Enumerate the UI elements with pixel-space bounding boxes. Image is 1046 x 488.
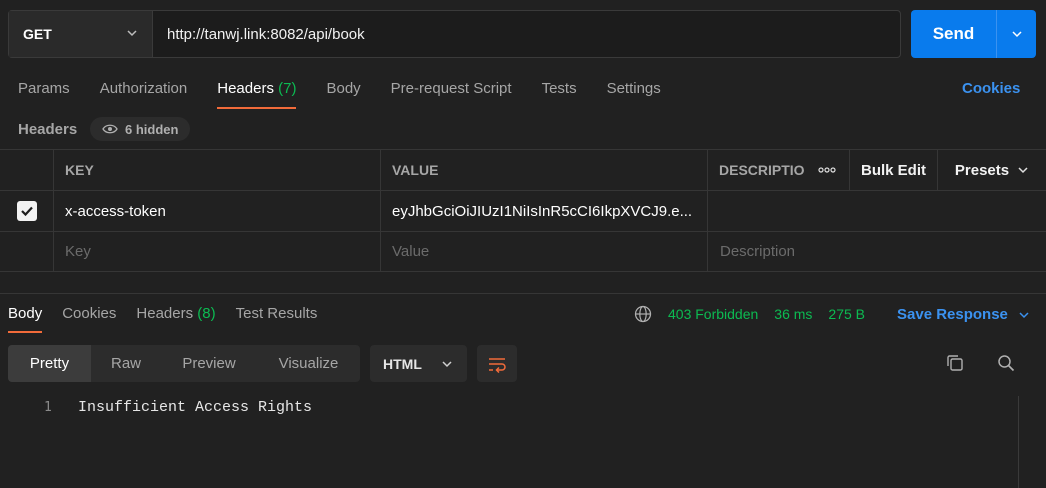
globe-icon[interactable] xyxy=(634,305,652,323)
cookies-link[interactable]: Cookies xyxy=(962,80,1020,97)
table-row: x-access-token eyJhbGciOiJIUzI1NiIsInR5c… xyxy=(0,190,1046,231)
editor-scrollbar[interactable] xyxy=(1018,396,1019,488)
table-header-row: KEY VALUE DESCRIPTIO Bulk Edit Presets xyxy=(0,149,1046,190)
new-value-input[interactable]: Value xyxy=(381,232,708,271)
view-visualize[interactable]: Visualize xyxy=(257,345,360,382)
hidden-headers-toggle[interactable]: 6 hidden xyxy=(90,117,191,141)
table-row-new: Key Value Description xyxy=(0,231,1046,272)
view-preview[interactable]: Preview xyxy=(161,345,257,382)
column-description: DESCRIPTIO xyxy=(719,162,804,178)
response-tab-body[interactable]: Body xyxy=(8,305,43,335)
send-button-group: Send xyxy=(911,10,1036,58)
save-response-button[interactable]: Save Response xyxy=(897,306,1030,323)
line-number: 1 xyxy=(44,400,52,415)
new-key-input[interactable]: Key xyxy=(54,232,381,271)
method-select[interactable]: GET xyxy=(9,11,153,57)
hidden-headers-label: 6 hidden xyxy=(125,121,179,137)
tab-body[interactable]: Body xyxy=(326,80,360,110)
tab-tests[interactable]: Tests xyxy=(542,80,577,110)
response-tab-headers-label: Headers xyxy=(136,305,194,322)
format-label: HTML xyxy=(383,355,422,372)
tab-params[interactable]: Params xyxy=(18,80,70,110)
view-pretty[interactable]: Pretty xyxy=(8,345,91,382)
response-tab-cookies[interactable]: Cookies xyxy=(62,305,116,335)
send-dropdown-button[interactable] xyxy=(996,10,1036,58)
eye-icon xyxy=(102,124,118,134)
request-tabs: Params Authorization Headers (7) Body Pr… xyxy=(18,80,691,110)
wrap-lines-icon xyxy=(489,357,506,373)
tab-authorization[interactable]: Authorization xyxy=(100,80,188,110)
new-description-input[interactable]: Description xyxy=(708,232,1046,271)
table-actions: Bulk Edit Presets xyxy=(804,150,1046,190)
format-dropdown[interactable]: HTML xyxy=(370,345,467,382)
response-tabs: Body Cookies Headers (8) Test Results xyxy=(8,305,337,335)
header-key-cell[interactable]: x-access-token xyxy=(54,191,381,231)
chevron-down-icon xyxy=(1011,31,1022,38)
response-time[interactable]: 36 ms xyxy=(774,306,812,322)
tab-headers-label: Headers xyxy=(217,80,274,97)
search-icon[interactable] xyxy=(996,353,1016,373)
pane-divider[interactable] xyxy=(0,293,1046,294)
response-tab-test-results: Test Results xyxy=(235,305,318,322)
response-tab-headers-count: (8) xyxy=(197,305,216,322)
header-checkbox-column xyxy=(0,150,54,190)
tab-settings[interactable]: Settings xyxy=(607,80,661,110)
response-body-text[interactable]: Insufficient Access Rights xyxy=(78,399,312,416)
more-horizontal-icon xyxy=(817,167,836,173)
view-mode-selector: Pretty Raw Preview Visualize xyxy=(8,345,360,382)
headers-section-title: Headers xyxy=(18,121,78,138)
response-size[interactable]: 275 B xyxy=(828,306,865,322)
view-raw[interactable]: Raw xyxy=(91,345,161,382)
tab-headers-count: (7) xyxy=(278,80,297,97)
header-description-cell[interactable] xyxy=(708,191,1046,231)
chevron-down-icon xyxy=(127,30,137,37)
url-input[interactable]: http://tanwj.link:8082/api/book xyxy=(153,11,900,57)
tab-pre-request-script[interactable]: Pre-request Script xyxy=(391,80,512,110)
status-code[interactable]: 403 Forbidden xyxy=(668,306,758,322)
row-checkbox-cell xyxy=(0,191,54,231)
chevron-down-icon xyxy=(1018,167,1028,174)
checkmark-icon xyxy=(20,206,33,217)
row-enabled-checkbox[interactable] xyxy=(16,201,37,221)
chevron-down-icon xyxy=(442,361,452,368)
save-response-label: Save Response xyxy=(897,306,1008,323)
presets-label: Presets xyxy=(954,161,1010,179)
response-meta: 403 Forbidden 36 ms 275 B xyxy=(634,304,881,324)
new-row-checkbox-cell xyxy=(0,232,54,271)
chevron-down-icon xyxy=(1019,311,1029,318)
headers-table: KEY VALUE DESCRIPTIO Bulk Edit Presets x… xyxy=(0,149,1046,272)
column-value: VALUE xyxy=(381,150,708,190)
more-options-button[interactable] xyxy=(804,150,850,190)
send-button[interactable]: Send xyxy=(911,10,996,58)
column-key: KEY xyxy=(54,150,381,190)
header-value-cell[interactable]: eyJhbGciOiJIUzI1NiIsInR5cCI6IkpXVCJ9.e..… xyxy=(381,191,708,231)
tab-headers[interactable]: Headers (7) xyxy=(217,80,297,110)
bulk-edit-button[interactable]: Bulk Edit xyxy=(850,150,938,190)
presets-dropdown[interactable]: Presets xyxy=(938,150,1046,190)
response-tab-headers[interactable]: Headers (8) xyxy=(136,305,215,335)
wrap-lines-button[interactable] xyxy=(477,345,517,382)
copy-icon[interactable] xyxy=(945,353,965,373)
request-bar: GET http://tanwj.link:8082/api/book xyxy=(8,10,901,58)
method-label: GET xyxy=(23,26,52,42)
